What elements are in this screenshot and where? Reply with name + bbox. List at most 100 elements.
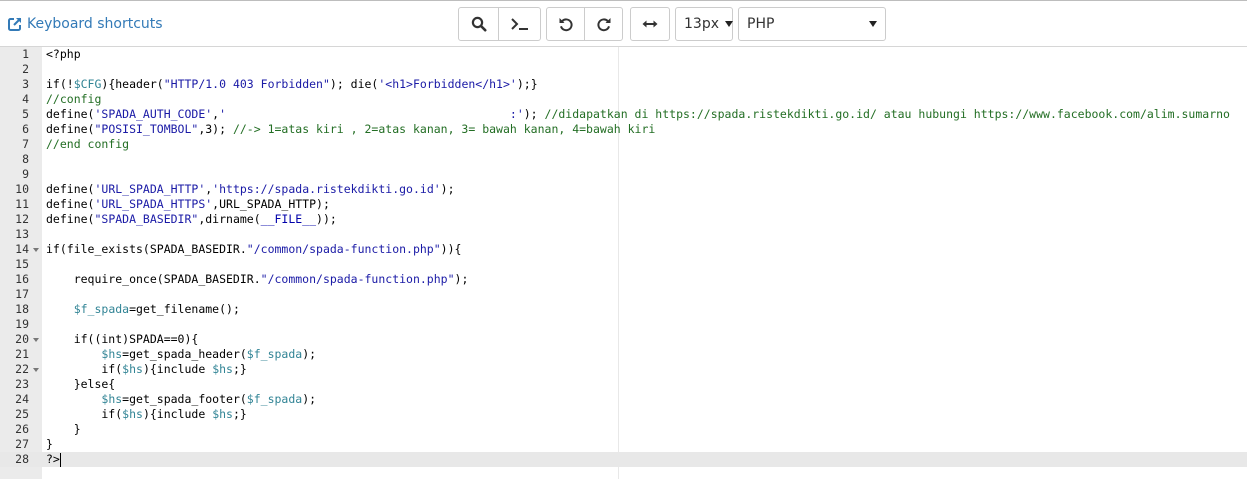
line-number: 26 [15,422,29,436]
code-token: ); [440,182,455,196]
code-line: } [46,437,1241,452]
line-number: 21 [15,347,29,361]
code-token: ,URL_SPADA_HTTP); [212,197,330,211]
undo-icon [558,16,574,32]
code-line: }else{ [46,377,1241,392]
code-token: ;} [232,362,247,376]
keyboard-shortcuts-link[interactable]: Keyboard shortcuts [7,15,163,33]
code-line: $hs=get_spada_footer($f_spada); [46,392,1241,407]
keyboard-shortcuts-label: Keyboard shortcuts [27,16,163,32]
code-variable: $f_spada [246,347,303,361]
code-token: require_once(SPADA_BASEDIR. [46,272,261,286]
code-string: ' :' [219,107,524,121]
code-variable: $hs [122,362,143,376]
code-token: } [46,437,53,451]
code-string: "HTTP/1.0 403 Forbidden" [163,77,330,91]
code-token: define( [46,107,95,121]
code-token: if((int)SPADA==0){ [46,332,199,346]
code-comment: //config [46,92,102,106]
line-number: 9 [22,167,29,181]
text-cursor [60,453,61,467]
wrap-toggle-button[interactable] [630,7,670,41]
line-number: 17 [15,287,29,301]
code-variable: $CFG [73,77,102,91]
redo-icon [596,16,612,32]
code-line: $hs=get_spada_header($f_spada); [46,347,1241,362]
code-token: if( [46,407,123,421]
fold-toggle-icon[interactable] [33,248,39,252]
external-link-icon [7,16,23,32]
editor-toolbar: Keyboard shortcuts 13px PHP [0,0,1247,47]
line-number: 15 [15,257,29,271]
code-token: ); [454,272,469,286]
language-value: PHP [747,16,775,32]
code-variable: $hs [101,392,123,406]
undo-button[interactable] [546,7,585,41]
code-variable: $hs [101,347,123,361]
code-line: $f_spada=get_filename(); [46,302,1241,317]
code-comment: //didapatkan di https://spada.ristekdikt… [544,107,1230,121]
code-token: if(file_exists(SPADA_BASEDIR. [46,242,247,256]
font-size-value: 13px [684,16,719,32]
code-token: =get_filename(); [129,302,240,316]
code-string: "/common/spada-function.php" [246,242,441,256]
line-number: 20 [15,332,29,346]
code-line: if(file_exists(SPADA_BASEDIR."/common/sp… [46,242,1241,257]
code-token: ); [302,347,317,361]
line-number: 3 [22,77,29,91]
line-number: 4 [22,92,29,106]
search-icon [471,16,487,32]
code-line: require_once(SPADA_BASEDIR."/common/spad… [46,272,1241,287]
code-token: define( [46,212,95,226]
code-line: ?> [46,452,1241,467]
line-number: 16 [15,272,29,286]
code-line: if($hs){include $hs;} [46,362,1241,377]
code-line: if(!$CFG){header("HTTP/1.0 403 Forbidden… [46,77,1241,92]
line-number: 23 [15,377,29,391]
line-number: 18 [15,302,29,316]
code-token: } [46,422,81,436]
code-string: 'SPADA_AUTH_CODE' [94,107,213,121]
terminal-icon [510,16,530,32]
search-button[interactable] [458,7,499,41]
search-console-group [458,7,541,41]
code-string: 'https://spada.ristekdikti.go.id' [212,182,441,196]
code-token: }else{ [46,377,116,391]
line-number: 10 [15,182,29,196]
code-token: define( [46,182,95,196]
font-size-select[interactable]: 13px [675,7,733,41]
line-number: 12 [15,212,29,226]
code-token: ){header( [101,77,164,91]
code-token: ,3); [198,122,233,136]
code-string: "POSISI_TOMBOL" [94,122,199,136]
code-line: //config [46,92,1241,107]
chevron-down-icon [869,21,877,27]
code-token: if(! [46,77,74,91]
history-group [546,7,623,41]
code-token: ,dirname( [198,212,261,226]
code-token: =get_spada_footer( [122,392,247,406]
code-editor[interactable]: 1 <?php 2 3 if(!$CFG){header("HTTP/1.0 403 F… [0,47,1247,479]
code-token: )){ [440,242,462,256]
line-number: 14 [15,242,29,256]
horizontal-arrows-icon [642,19,658,29]
language-select[interactable]: PHP [738,7,886,41]
console-button[interactable] [498,7,541,41]
line-number: 13 [15,227,29,241]
wrap-group [630,7,670,41]
code-token: ){include [142,362,213,376]
line-number: 28 [15,452,29,466]
redo-button[interactable] [584,7,623,41]
code-string: 'URL_SPADA_HTTPS' [94,197,213,211]
code-token: define( [46,122,95,136]
fold-toggle-icon[interactable] [33,368,39,372]
fold-toggle-icon[interactable] [33,338,39,342]
